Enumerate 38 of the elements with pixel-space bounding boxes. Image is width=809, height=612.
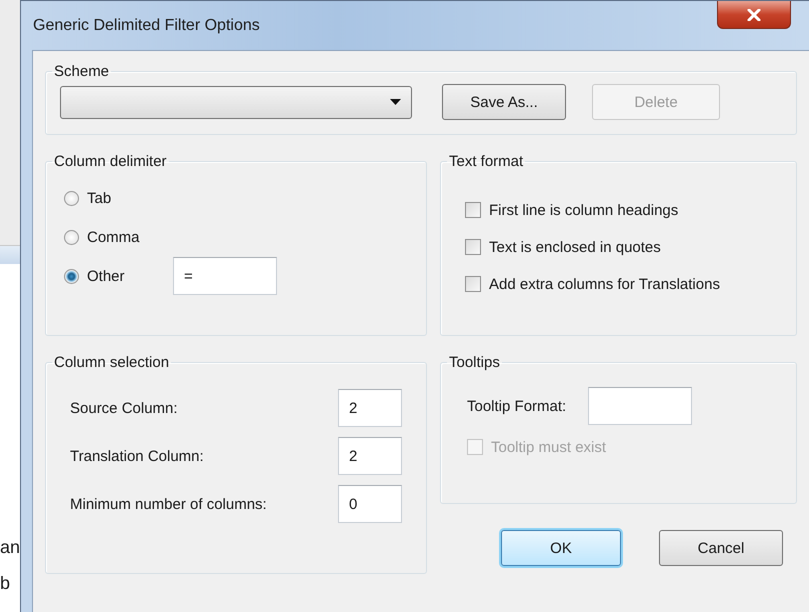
checkbox[interactable] (465, 202, 481, 218)
field-label: Source Column: (70, 400, 179, 416)
dialog-button[interactable]: Cancel (659, 530, 783, 566)
number-input-field[interactable]: 2 (338, 437, 402, 475)
window-title: Generic Delimited Filter Options (32, 16, 260, 34)
close-icon (747, 8, 761, 20)
field-label: Translation Column: (70, 448, 205, 464)
radio-button[interactable] (64, 230, 79, 244)
scheme-dropdown[interactable] (60, 86, 412, 118)
group-title: Tooltips (448, 354, 501, 371)
checkbox-label: Add extra columns for Translations (489, 276, 720, 292)
radio-label: Comma (87, 228, 140, 246)
close-button[interactable] (717, 1, 791, 29)
checkbox-label: First line is column headings (489, 202, 678, 218)
tooltip-format-input-field[interactable] (588, 387, 692, 425)
radio-label: Tab (87, 190, 112, 206)
group-title: Scheme (53, 63, 110, 80)
background-text: an (0, 536, 20, 558)
field-label: Tooltip Format: (467, 398, 566, 414)
checkbox[interactable] (465, 276, 481, 292)
dialog-button[interactable]: OK (501, 530, 621, 566)
dropdown-caret-icon (390, 99, 401, 105)
checkbox-label: Text is enclosed in quotes (489, 238, 661, 256)
background-text: b (0, 572, 12, 594)
dialog-button[interactable]: Save As... (442, 84, 566, 120)
field-label: Minimum number of columns: (70, 496, 268, 512)
number-input-field[interactable]: 2 (338, 389, 402, 427)
group-title: Column delimiter (53, 153, 168, 170)
delimiter-input-field[interactable]: = (173, 257, 277, 295)
checkbox[interactable] (465, 239, 481, 255)
background-window-bar (0, 246, 20, 264)
radio-label: Other (87, 268, 126, 284)
radio-button[interactable] (64, 190, 79, 206)
group-title: Text format (448, 153, 524, 170)
number-input-field[interactable]: 0 (338, 485, 402, 523)
group-title: Column selection (53, 354, 170, 371)
radio-button[interactable] (64, 268, 79, 284)
checkbox-label: Tooltip must exist (491, 438, 606, 456)
